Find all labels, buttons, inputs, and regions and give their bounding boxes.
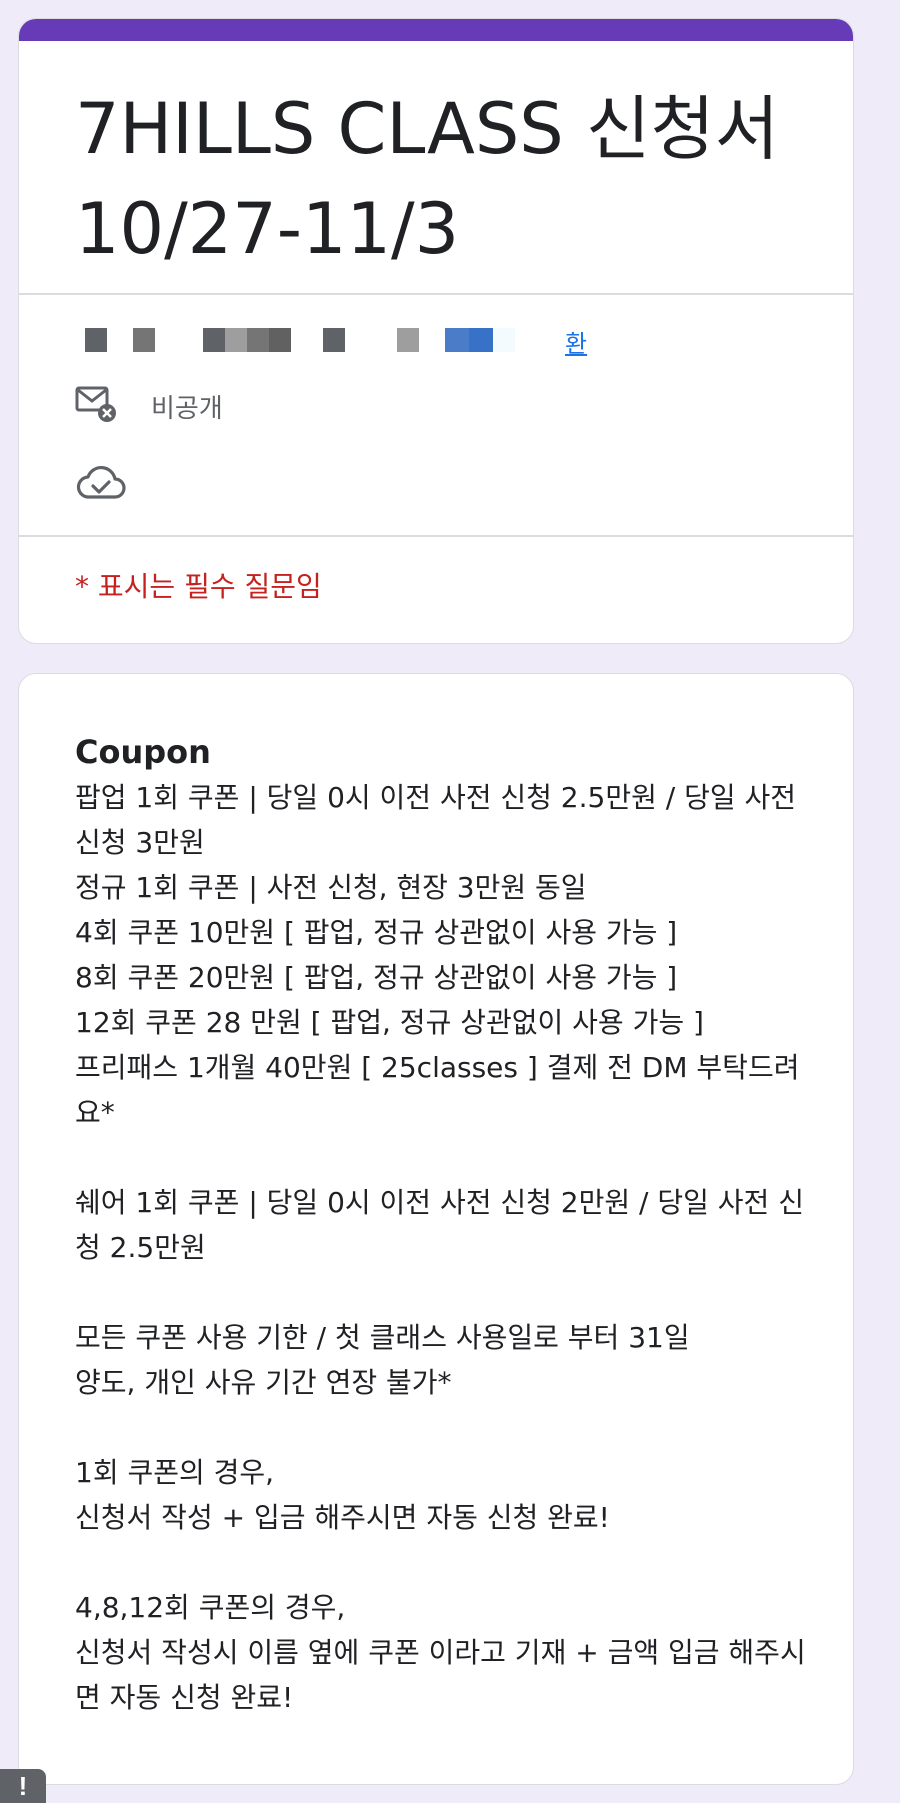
redacted-account-block (469, 328, 493, 352)
description-line: 모든 쿠폰 사용 기한 / 첫 클래스 사용일로 부터 31일 (75, 1321, 690, 1354)
required-questions-note: * 표시는 필수 질문임 (75, 570, 322, 603)
private-status-row: 비공개 (75, 386, 223, 426)
form-description-card: Coupon 팝업 1회 쿠폰 | 당일 0시 이전 사전 신청 2.5만원 /… (18, 673, 854, 1785)
report-abuse-button[interactable]: ! (0, 1769, 46, 1803)
redacted-account-block (493, 328, 515, 352)
description-line: 4,8,12회 쿠폰의 경우, (75, 1591, 346, 1624)
description-line: 쉐어 1회 쿠폰 | 당일 0시 이전 사전 신청 2만원 / 당일 사전 신청… (75, 1186, 804, 1264)
description-line: 프리패스 1개월 40만원 [ 25classes ] 결제 전 DM 부탁드려… (75, 1051, 800, 1129)
redacted-account-block (133, 328, 155, 352)
redacted-account-block (247, 328, 269, 352)
redacted-account-block (85, 328, 107, 352)
private-label: 비공개 (151, 393, 223, 424)
description-line: 신청서 작성 + 입금 해주시면 자동 신청 완료! (75, 1501, 610, 1534)
header-divider (19, 535, 853, 537)
account-row: 환 (67, 328, 587, 358)
form-title: 7HILLS CLASS 신청서 10/27-11/3 (75, 88, 780, 270)
redacted-account-block (225, 328, 247, 352)
redacted-account-block (269, 328, 291, 352)
redacted-account-block (323, 328, 345, 352)
description-line: 양도, 개인 사유 기간 연장 불가* (75, 1366, 452, 1399)
form-header-card: 7HILLS CLASS 신청서 10/27-11/3 환 비공개 * 표시는 … (18, 18, 854, 644)
description-line: 4회 쿠폰 10만원 [ 팝업, 정규 상관없이 사용 가능 ] (75, 916, 678, 949)
redacted-account-block (203, 328, 225, 352)
description-line: 팝업 1회 쿠폰 | 당일 0시 이전 사전 신청 2.5만원 / 당일 사전 … (75, 781, 797, 859)
mail-not-shared-icon (75, 384, 117, 428)
redacted-account-block (397, 328, 419, 352)
header-divider (19, 293, 853, 295)
switch-account-link[interactable]: 환 (565, 324, 587, 359)
form-accent-bar (19, 19, 853, 41)
description-heading: Coupon (75, 733, 211, 771)
description-line: 정규 1회 쿠폰 | 사전 신청, 현장 3만원 동일 (75, 871, 587, 904)
form-description: Coupon 팝업 1회 쿠폰 | 당일 0시 이전 사전 신청 2.5만원 /… (75, 730, 815, 1720)
description-line: 1회 쿠폰의 경우, (75, 1456, 275, 1489)
draft-saved-row (75, 465, 127, 505)
description-line: 신청서 작성시 이름 옆에 쿠폰 이라고 기재 + 금액 입금 해주시면 자동 … (75, 1636, 806, 1714)
cloud-done-icon (75, 463, 127, 507)
redacted-account-block (445, 328, 469, 352)
description-line: 12회 쿠폰 28 만원 [ 팝업, 정규 상관없이 사용 가능 ] (75, 1006, 704, 1039)
description-line: 8회 쿠폰 20만원 [ 팝업, 정규 상관없이 사용 가능 ] (75, 961, 678, 994)
